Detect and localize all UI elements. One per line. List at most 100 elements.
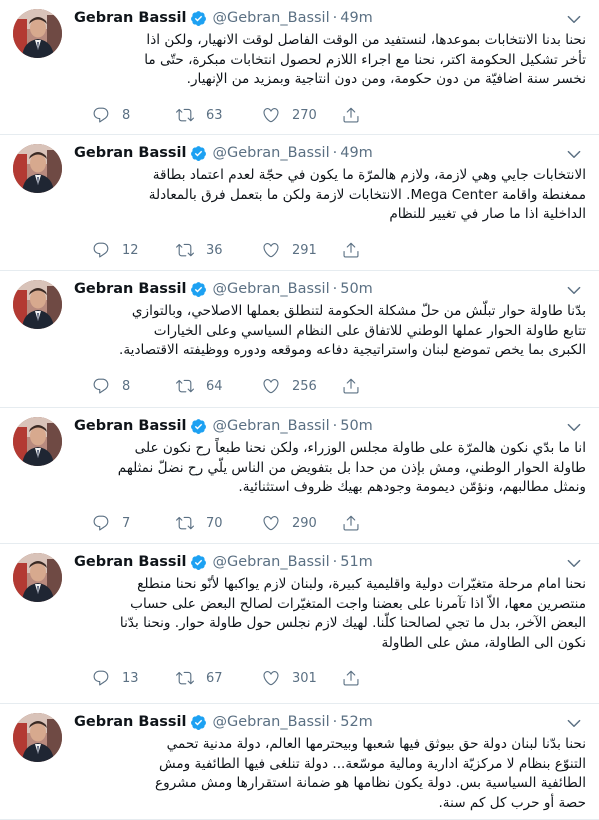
share-button[interactable] bbox=[342, 668, 360, 688]
tweet[interactable]: Gebran Bassil @Gebran_Bassil · 52m نحنا … bbox=[0, 704, 599, 820]
tweet[interactable]: Gebran Bassil @Gebran_Bassil · 51m نحنا … bbox=[0, 544, 599, 704]
chevron-down-icon[interactable] bbox=[565, 714, 583, 732]
share-button[interactable] bbox=[342, 240, 360, 260]
tweet-text-line: الانتخابات جايي وهي لازمة، ولازم هالمرّة… bbox=[152, 167, 586, 183]
reply-icon bbox=[93, 107, 109, 123]
like-button[interactable]: 290 bbox=[262, 513, 317, 533]
retweet-count: 36 bbox=[206, 242, 223, 258]
retweet-button[interactable]: 67 bbox=[176, 668, 223, 688]
chevron-down-icon[interactable] bbox=[565, 281, 583, 299]
reply-button[interactable]: 13 bbox=[92, 668, 139, 688]
heart-icon bbox=[263, 516, 279, 531]
tweet-header: Gebran Bassil @Gebran_Bassil · 49m bbox=[74, 144, 373, 162]
like-button[interactable]: 301 bbox=[262, 668, 317, 688]
author-name[interactable]: Gebran Bassil bbox=[74, 417, 186, 435]
tweet-text-line: الكبرى بما يخص تموضع لبنان واستراتيجية د… bbox=[119, 342, 586, 358]
reply-button[interactable]: 12 bbox=[92, 240, 139, 260]
avatar-image bbox=[13, 417, 62, 466]
like-button[interactable]: 256 bbox=[262, 376, 317, 396]
author-name[interactable]: Gebran Bassil bbox=[74, 713, 186, 731]
chevron-down-icon[interactable] bbox=[565, 145, 583, 163]
tweet-timestamp[interactable]: 51m bbox=[340, 553, 373, 571]
chevron-down-icon[interactable] bbox=[565, 10, 583, 28]
tweet-header: Gebran Bassil @Gebran_Bassil · 51m bbox=[74, 553, 373, 571]
tweet-text-line: بدّنا طاولة حوار تبلّش من حلّ مشكلة الحك… bbox=[131, 303, 586, 319]
tweet-timestamp[interactable]: 49m bbox=[340, 9, 373, 27]
avatar[interactable] bbox=[13, 144, 62, 193]
share-button[interactable] bbox=[342, 105, 360, 125]
avatar[interactable] bbox=[13, 280, 62, 329]
author-handle[interactable]: @Gebran_Bassil bbox=[212, 144, 329, 162]
like-button[interactable]: 291 bbox=[262, 240, 317, 260]
share-icon bbox=[343, 670, 359, 686]
tweet-header: Gebran Bassil @Gebran_Bassil · 49m bbox=[74, 9, 373, 27]
reply-icon bbox=[93, 670, 109, 686]
tweet[interactable]: Gebran Bassil @Gebran_Bassil · 50m انا م… bbox=[0, 408, 599, 544]
chevron-down-icon[interactable] bbox=[565, 554, 583, 572]
tweet-text: الانتخابات جايي وهي لازمة، ولازم هالمرّة… bbox=[74, 166, 586, 225]
reply-count: 8 bbox=[122, 107, 131, 123]
tweet-text: نحنا بدنا الانتخابات بموعدها، لنستفيد من… bbox=[74, 31, 586, 90]
tweet-text-line: الداخلية اذا ما صار في تغيير للنظام bbox=[389, 206, 586, 222]
author-handle[interactable]: @Gebran_Bassil bbox=[212, 713, 329, 731]
tweet-timestamp[interactable]: 50m bbox=[340, 417, 373, 435]
tweet[interactable]: Gebran Bassil @Gebran_Bassil · 49m نحنا … bbox=[0, 0, 599, 135]
avatar[interactable] bbox=[13, 713, 62, 762]
author-handle[interactable]: @Gebran_Bassil bbox=[212, 417, 329, 435]
tweet-text: نحنا بدّنا لبنان دولة حق بيوثق فيها شعبه… bbox=[74, 735, 586, 813]
reply-button[interactable]: 8 bbox=[92, 105, 130, 125]
tweet-text-line: منتصرين معها، الاّ اذا تآمرنا على بعضنا … bbox=[130, 595, 586, 612]
retweet-icon bbox=[176, 516, 194, 530]
heart-icon bbox=[263, 243, 279, 258]
share-button[interactable] bbox=[342, 376, 360, 396]
retweet-button[interactable]: 70 bbox=[176, 513, 223, 533]
avatar[interactable] bbox=[13, 417, 62, 466]
tweet-header: Gebran Bassil @Gebran_Bassil · 50m bbox=[74, 417, 373, 435]
share-icon bbox=[343, 378, 359, 394]
author-name[interactable]: Gebran Bassil bbox=[74, 280, 186, 298]
reply-count: 13 bbox=[122, 670, 139, 686]
tweet-text-line: تتابع طاولة الحوار عملها الوطني للاتفاق … bbox=[153, 322, 586, 339]
like-button[interactable]: 270 bbox=[262, 105, 317, 125]
chevron-down-icon[interactable] bbox=[565, 418, 583, 436]
avatar-image bbox=[13, 553, 62, 602]
retweet-button[interactable]: 64 bbox=[176, 376, 223, 396]
retweet-button[interactable]: 63 bbox=[176, 105, 223, 125]
retweet-count: 64 bbox=[206, 378, 223, 394]
tweet-timestamp[interactable]: 52m bbox=[340, 713, 373, 731]
avatar[interactable] bbox=[13, 9, 62, 58]
tweet[interactable]: Gebran Bassil @Gebran_Bassil · 49m الانت… bbox=[0, 135, 599, 271]
tweet-text-line: نكون الى الطاولة، مش على الطاولة bbox=[381, 634, 586, 651]
separator-dot: · bbox=[332, 418, 338, 434]
tweet-timestamp[interactable]: 49m bbox=[340, 144, 373, 162]
retweet-icon bbox=[176, 243, 194, 257]
tweet-text-line: تأخر تشكيل الحكومة اكتر، نحنا مع اجراء ا… bbox=[144, 51, 586, 68]
tweet[interactable]: Gebran Bassil @Gebran_Bassil · 50m بدّنا… bbox=[0, 271, 599, 408]
reply-count: 7 bbox=[122, 515, 131, 531]
retweet-count: 63 bbox=[206, 107, 223, 123]
tweet-text: انا ما بدّي نكون هالمرّة على طاولة مجلس … bbox=[74, 439, 586, 498]
reply-button[interactable]: 8 bbox=[92, 376, 130, 396]
retweet-button[interactable]: 36 bbox=[176, 240, 223, 260]
heart-icon bbox=[263, 379, 279, 394]
like-count: 301 bbox=[292, 670, 317, 686]
share-button[interactable] bbox=[342, 513, 360, 533]
avatar-image bbox=[13, 713, 62, 762]
separator-dot: · bbox=[332, 10, 338, 26]
verified-badge-icon bbox=[190, 714, 207, 731]
author-handle[interactable]: @Gebran_Bassil bbox=[212, 9, 329, 27]
author-handle[interactable]: @Gebran_Bassil bbox=[212, 553, 329, 571]
retweet-icon bbox=[176, 671, 194, 685]
tweet-actions: 8 63 270 bbox=[92, 105, 522, 125]
author-name[interactable]: Gebran Bassil bbox=[74, 9, 186, 27]
share-icon bbox=[343, 107, 359, 123]
author-name[interactable]: Gebran Bassil bbox=[74, 553, 186, 571]
tweet-timestamp[interactable]: 50m bbox=[340, 280, 373, 298]
author-name[interactable]: Gebran Bassil bbox=[74, 144, 186, 162]
author-handle[interactable]: @Gebran_Bassil bbox=[212, 280, 329, 298]
reply-button[interactable]: 7 bbox=[92, 513, 130, 533]
share-icon bbox=[343, 515, 359, 531]
avatar[interactable] bbox=[13, 553, 62, 602]
tweet-actions: 8 64 256 bbox=[92, 376, 522, 396]
tweet-text: نحنا امام مرحلة متغيّرات دولية واقليمية … bbox=[74, 575, 586, 653]
